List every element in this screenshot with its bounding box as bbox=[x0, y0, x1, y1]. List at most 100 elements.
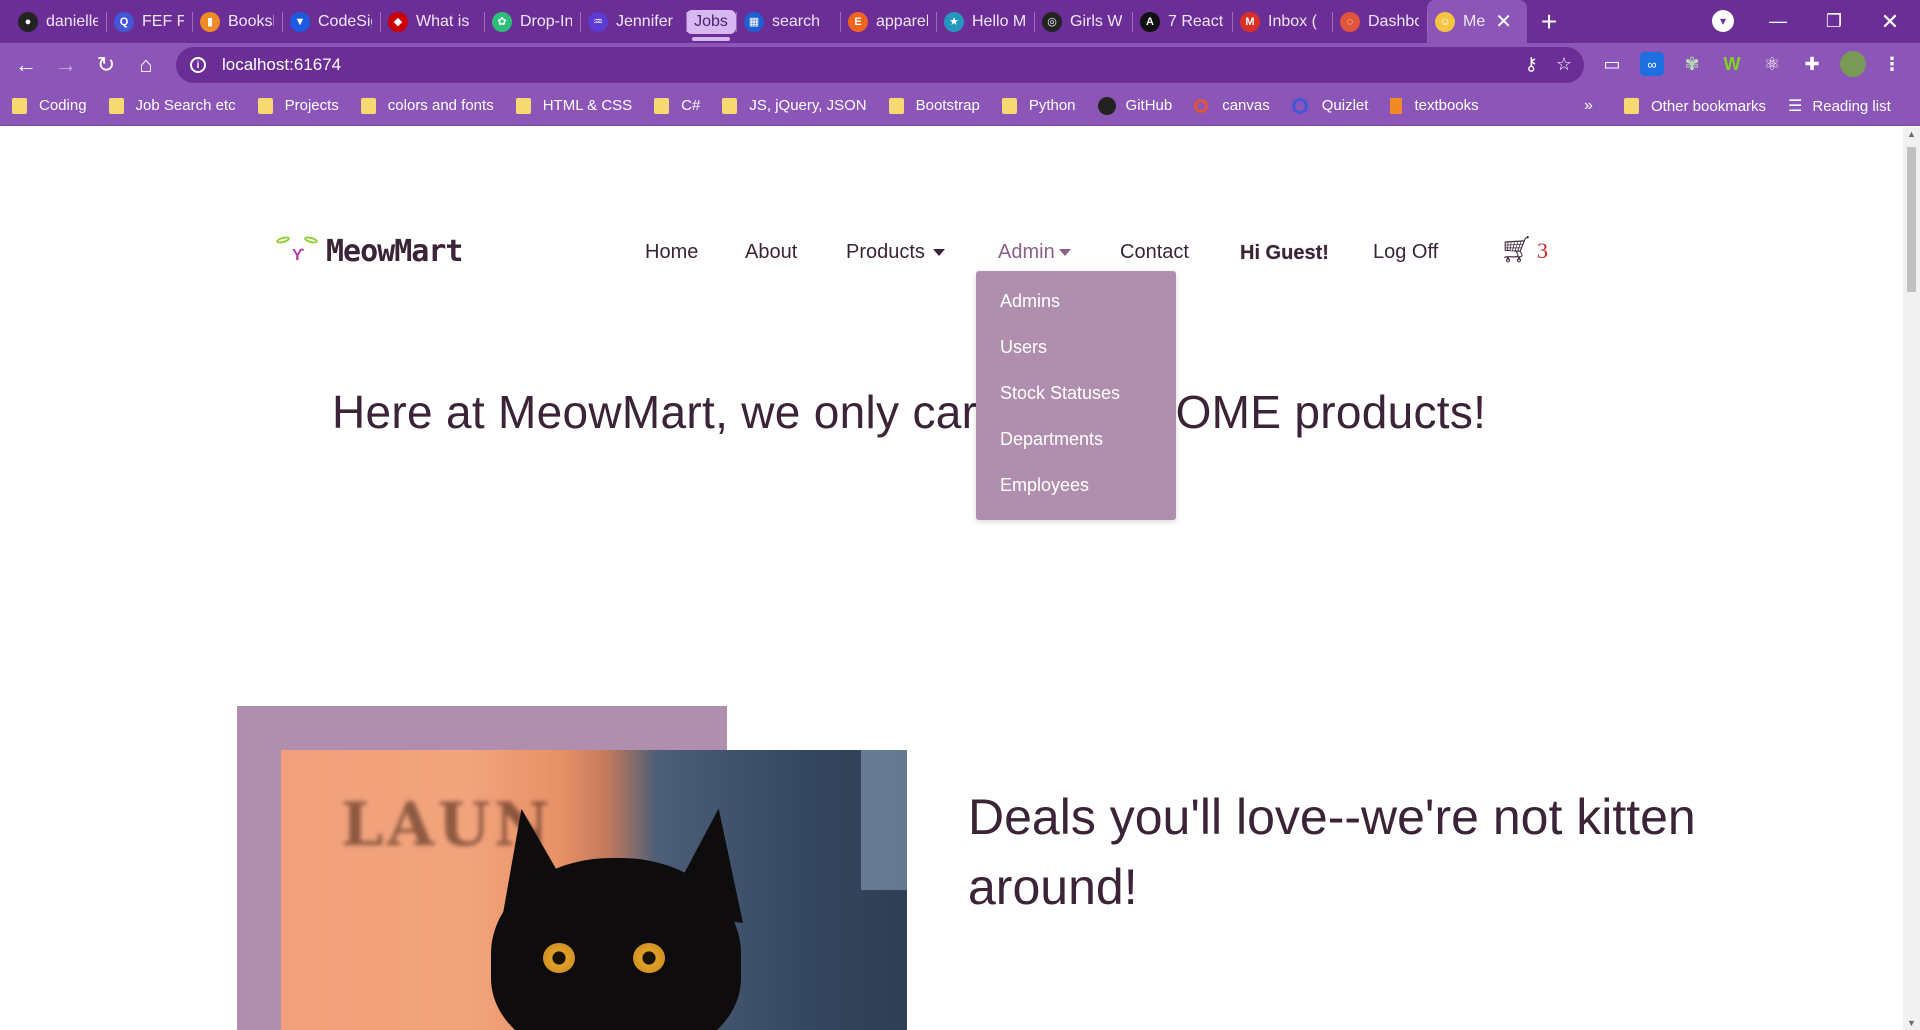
bookmark-item[interactable]: Quizlet bbox=[1291, 97, 1368, 114]
folder-icon bbox=[515, 97, 531, 114]
browser-tab[interactable]: ◆ What is bbox=[380, 0, 484, 43]
textbook-icon bbox=[1390, 97, 1403, 114]
browser-tab[interactable]: Jobs bbox=[686, 0, 736, 43]
site-info-icon[interactable]: i bbox=[190, 57, 206, 73]
bookmark-item[interactable]: GitHub bbox=[1097, 96, 1172, 115]
browser-tab[interactable]: ♒ Jennifer bbox=[580, 0, 686, 43]
folder-icon bbox=[360, 97, 376, 114]
page-scrollbar[interactable]: ▲ ▼ bbox=[1903, 127, 1920, 1030]
browser-tab[interactable]: ✿ Drop-In bbox=[484, 0, 580, 43]
bookmark-item[interactable]: colors and fonts bbox=[360, 97, 494, 114]
back-icon[interactable]: ← bbox=[6, 47, 46, 83]
bookmark-item[interactable]: Job Search etc bbox=[108, 97, 236, 114]
scroll-up-icon[interactable]: ▲ bbox=[1907, 129, 1916, 139]
bookmark-star-icon[interactable]: ☆ bbox=[1556, 54, 1572, 75]
brand-logo[interactable]: ϒ MeowMart bbox=[274, 233, 463, 269]
tab-search-icon[interactable]: ▾ bbox=[1712, 10, 1734, 32]
nav-products[interactable]: Products bbox=[846, 241, 945, 264]
browser-tab[interactable]: ● danielle bbox=[10, 0, 106, 43]
extensions-puzzle-icon[interactable]: ✚ bbox=[1800, 52, 1824, 76]
folder-icon bbox=[722, 97, 738, 114]
nav-log-off[interactable]: Log Off bbox=[1373, 241, 1438, 264]
bookmark-item[interactable]: Projects bbox=[257, 97, 339, 114]
menu-kebab-icon[interactable]: ⋮ bbox=[1880, 52, 1904, 76]
nav-admin[interactable]: Admin bbox=[998, 241, 1071, 264]
tab-title: CodeSig bbox=[318, 12, 372, 30]
forward-icon[interactable]: → bbox=[46, 47, 86, 83]
cart-link[interactable]: 🛒︎ 3 bbox=[1500, 234, 1548, 265]
admin-menu-admins[interactable]: Admins bbox=[1000, 291, 1060, 312]
hero-title: Here at MeowMart, we only carry PAW-SOME… bbox=[332, 386, 1487, 438]
bookmark-label: HTML & CSS bbox=[542, 97, 633, 114]
browser-tab[interactable]: ▼ CodeSig bbox=[282, 0, 380, 43]
bookmark-label: Bootstrap bbox=[915, 97, 980, 114]
scrollbar-thumb[interactable] bbox=[1907, 147, 1916, 292]
close-window-button[interactable]: ✕ bbox=[1862, 0, 1918, 43]
bookmark-label: textbooks bbox=[1414, 97, 1479, 114]
browser-tab[interactable]: ◎ Girls W bbox=[1034, 0, 1132, 43]
minimize-button[interactable]: — bbox=[1750, 0, 1806, 43]
tab-title: search bbox=[772, 12, 821, 30]
bookmark-item[interactable]: HTML & CSS bbox=[515, 97, 633, 114]
address-bar[interactable]: i localhost:61674 ⚷ ☆ bbox=[176, 47, 1584, 83]
bookmark-icon: ▮ bbox=[200, 11, 220, 32]
restore-button[interactable]: ❐ bbox=[1806, 0, 1862, 43]
browser-tab[interactable]: ▮ Booksh bbox=[192, 0, 282, 43]
tab-title: 7 React bbox=[1168, 12, 1224, 30]
admin-menu-users[interactable]: Users bbox=[1000, 337, 1047, 358]
browser-tab[interactable]: Q FEF Flas bbox=[106, 0, 192, 43]
extension-blue-icon[interactable]: ∞ bbox=[1640, 52, 1664, 76]
nav-admin-label: Admin bbox=[998, 241, 1055, 263]
bookmark-item[interactable]: textbooks bbox=[1390, 97, 1479, 114]
bookmark-item[interactable]: JS, jQuery, JSON bbox=[722, 97, 867, 114]
bookmark-item[interactable]: C# bbox=[654, 97, 700, 114]
tab-group-chip[interactable]: Jobs bbox=[686, 9, 736, 34]
bookmark-item[interactable]: Coding bbox=[12, 97, 87, 114]
key-icon[interactable]: ⚷ bbox=[1525, 54, 1538, 75]
other-bookmarks[interactable]: Other bookmarks bbox=[1624, 98, 1766, 115]
browser-tab[interactable]: ☺ Me ✕ bbox=[1427, 0, 1527, 43]
browser-tab[interactable]: A 7 React bbox=[1132, 0, 1232, 43]
cast-icon[interactable]: ▭ bbox=[1600, 52, 1624, 76]
tab-title: Inbox ( bbox=[1268, 12, 1317, 30]
nav-contact[interactable]: Contact bbox=[1120, 241, 1189, 264]
nav-about[interactable]: About bbox=[745, 241, 797, 264]
extension-flower-icon[interactable]: ✾ bbox=[1680, 52, 1704, 76]
bookmark-label: Job Search etc bbox=[135, 97, 236, 114]
profile-avatar[interactable] bbox=[1840, 51, 1866, 77]
cat-figure bbox=[471, 801, 771, 1030]
browser-tab[interactable]: Eapparel bbox=[840, 0, 936, 43]
cat-logo-icon: ϒ bbox=[274, 233, 322, 269]
admin-menu-departments[interactable]: Departments bbox=[1000, 429, 1103, 450]
shopping-cart-icon: 🛒︎ bbox=[1500, 234, 1534, 264]
nav-home[interactable]: Home bbox=[645, 241, 698, 264]
cart-count: 3 bbox=[1537, 238, 1549, 263]
close-tab-icon[interactable]: ✕ bbox=[1495, 9, 1512, 34]
new-tab-button[interactable]: + bbox=[1527, 0, 1571, 43]
react-devtools-icon[interactable]: ⚛ bbox=[1760, 52, 1784, 76]
bookmark-item[interactable]: Bootstrap bbox=[888, 97, 980, 114]
quizlet-icon bbox=[1291, 97, 1308, 114]
browser-tab[interactable]: ◌ Dashbo bbox=[1332, 0, 1427, 43]
bookmarks-overflow-icon[interactable]: » bbox=[1584, 86, 1593, 126]
quizlet-icon: Q bbox=[114, 11, 134, 32]
codesignal-icon: ▼ bbox=[290, 11, 310, 32]
extension-w-icon[interactable]: W bbox=[1720, 52, 1744, 76]
canvas-icon bbox=[1194, 98, 1209, 113]
admin-menu-employees[interactable]: Employees bbox=[1000, 475, 1089, 496]
bookmark-item[interactable]: canvas bbox=[1194, 97, 1270, 114]
browser-tab[interactable]: ▦ search bbox=[736, 0, 840, 43]
bookmarks-right: Other bookmarks ☰ Reading list bbox=[1624, 86, 1913, 126]
bookmark-item[interactable]: Python bbox=[1001, 97, 1076, 114]
folder-icon bbox=[888, 97, 904, 114]
scroll-down-icon[interactable]: ▼ bbox=[1907, 1018, 1916, 1028]
deals-heading: Deals you'll love--we're not kitten arou… bbox=[968, 789, 1696, 915]
reload-icon[interactable]: ↻ bbox=[86, 47, 126, 83]
browser-tab[interactable]: ★ Hello M bbox=[936, 0, 1034, 43]
home-icon[interactable]: ⌂ bbox=[126, 47, 166, 83]
admin-menu-stock-statuses[interactable]: Stock Statuses bbox=[1000, 383, 1120, 404]
folder-icon bbox=[1001, 97, 1017, 114]
reading-list[interactable]: ☰ Reading list bbox=[1788, 96, 1891, 116]
browser-tab[interactable]: M Inbox ( bbox=[1232, 0, 1332, 43]
tab-title: danielle bbox=[46, 12, 98, 30]
